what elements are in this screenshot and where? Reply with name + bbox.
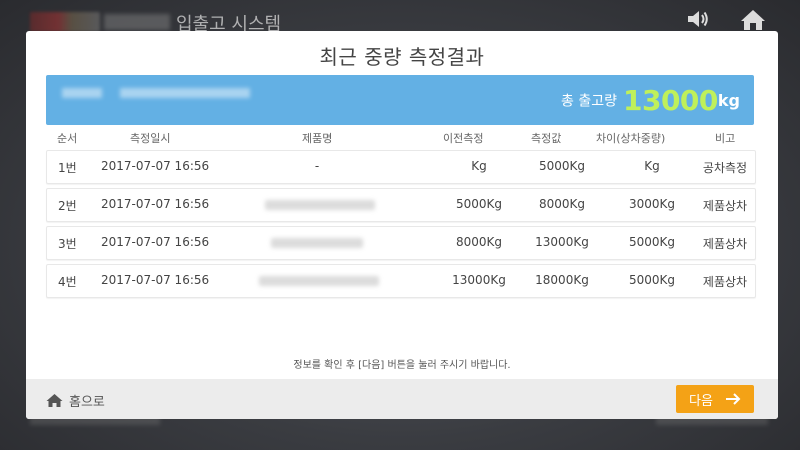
column-header-product: 제품명 [302,132,333,145]
home-button[interactable]: 홈으로 [46,390,105,410]
home-icon [46,393,63,407]
total-output-label: 총 출고량 [561,93,617,110]
redacted-product-name [259,276,379,286]
cell-diff: 5000Kg [628,235,676,249]
column-header-note: 비고 [715,132,736,145]
cell-measured: 18000Kg [535,273,589,287]
column-header-prev: 이전측정 [443,132,484,145]
arrow-right-icon [725,393,741,405]
redacted-company-name [104,14,170,30]
column-header-datetime: 측정일시 [130,132,171,145]
table-row: 3번 2017-07-07 16:56 8000Kg 13000Kg 5000K… [46,226,756,260]
cell-note: 제품상차 [702,199,748,213]
measurement-result-dialog: 최근 중량 측정결과 총 출고량 13000kg 순서 측정일시 제품명 이전측정… [26,31,778,419]
total-output: 총 출고량 13000kg [561,84,740,117]
total-output-unit: kg [717,91,740,110]
redacted-text [120,88,250,98]
next-button-label: 다음 [689,393,713,409]
cell-seq: 2번 [58,199,77,213]
cell-diff: 3000Kg [628,197,676,211]
dialog-footer: 홈으로 다음 [26,379,778,419]
next-button[interactable]: 다음 [676,385,754,413]
total-output-value: 13000 [622,84,718,117]
column-header-seq: 순서 [57,132,78,145]
cell-note: 제품상차 [702,275,748,289]
cell-seq: 3번 [58,237,77,251]
table-row: 4번 2017-07-07 16:56 13000Kg 18000Kg 5000… [46,264,756,298]
cell-measured: 13000Kg [535,235,589,249]
cell-prev: 8000Kg [455,235,503,249]
cell-measured: 5000Kg [538,159,586,173]
cell-prev: Kg [471,159,487,173]
info-message: 정보를 확인 후 [다음] 버튼을 눌러 주시기 바랍니다. [293,360,511,371]
cell-product: - [314,159,320,173]
redacted-text [62,88,102,98]
cell-datetime: 2017-07-07 16:56 [101,273,210,287]
redacted-product-name [265,200,375,210]
home-button-label: 홈으로 [69,394,105,410]
column-header-diff: 차이(상차중량) [596,132,666,145]
app-logo [30,12,100,32]
dialog-title: 최근 중량 측정결과 [319,45,485,69]
cell-prev: 5000Kg [455,197,503,211]
cell-measured: 8000Kg [538,197,586,211]
cell-note: 공차측정 [702,161,748,175]
cell-note: 제품상차 [702,237,748,251]
column-header-measured: 측정값 [531,132,562,145]
cell-diff: 5000Kg [628,273,676,287]
total-summary-banner: 총 출고량 13000kg [46,75,754,125]
redacted-product-name [271,238,363,248]
cell-seq: 1번 [58,161,77,175]
table-row: 1번 2017-07-07 16:56 - Kg 5000Kg Kg 공차측정 [46,150,756,184]
cell-seq: 4번 [58,275,77,289]
cell-diff: Kg [644,159,660,173]
cell-prev: 13000Kg [452,273,506,287]
table-row: 2번 2017-07-07 16:56 5000Kg 8000Kg 3000Kg… [46,188,756,222]
cell-datetime: 2017-07-07 16:56 [101,235,210,249]
cell-datetime: 2017-07-07 16:56 [101,197,210,211]
cell-datetime: 2017-07-07 16:56 [101,159,210,173]
